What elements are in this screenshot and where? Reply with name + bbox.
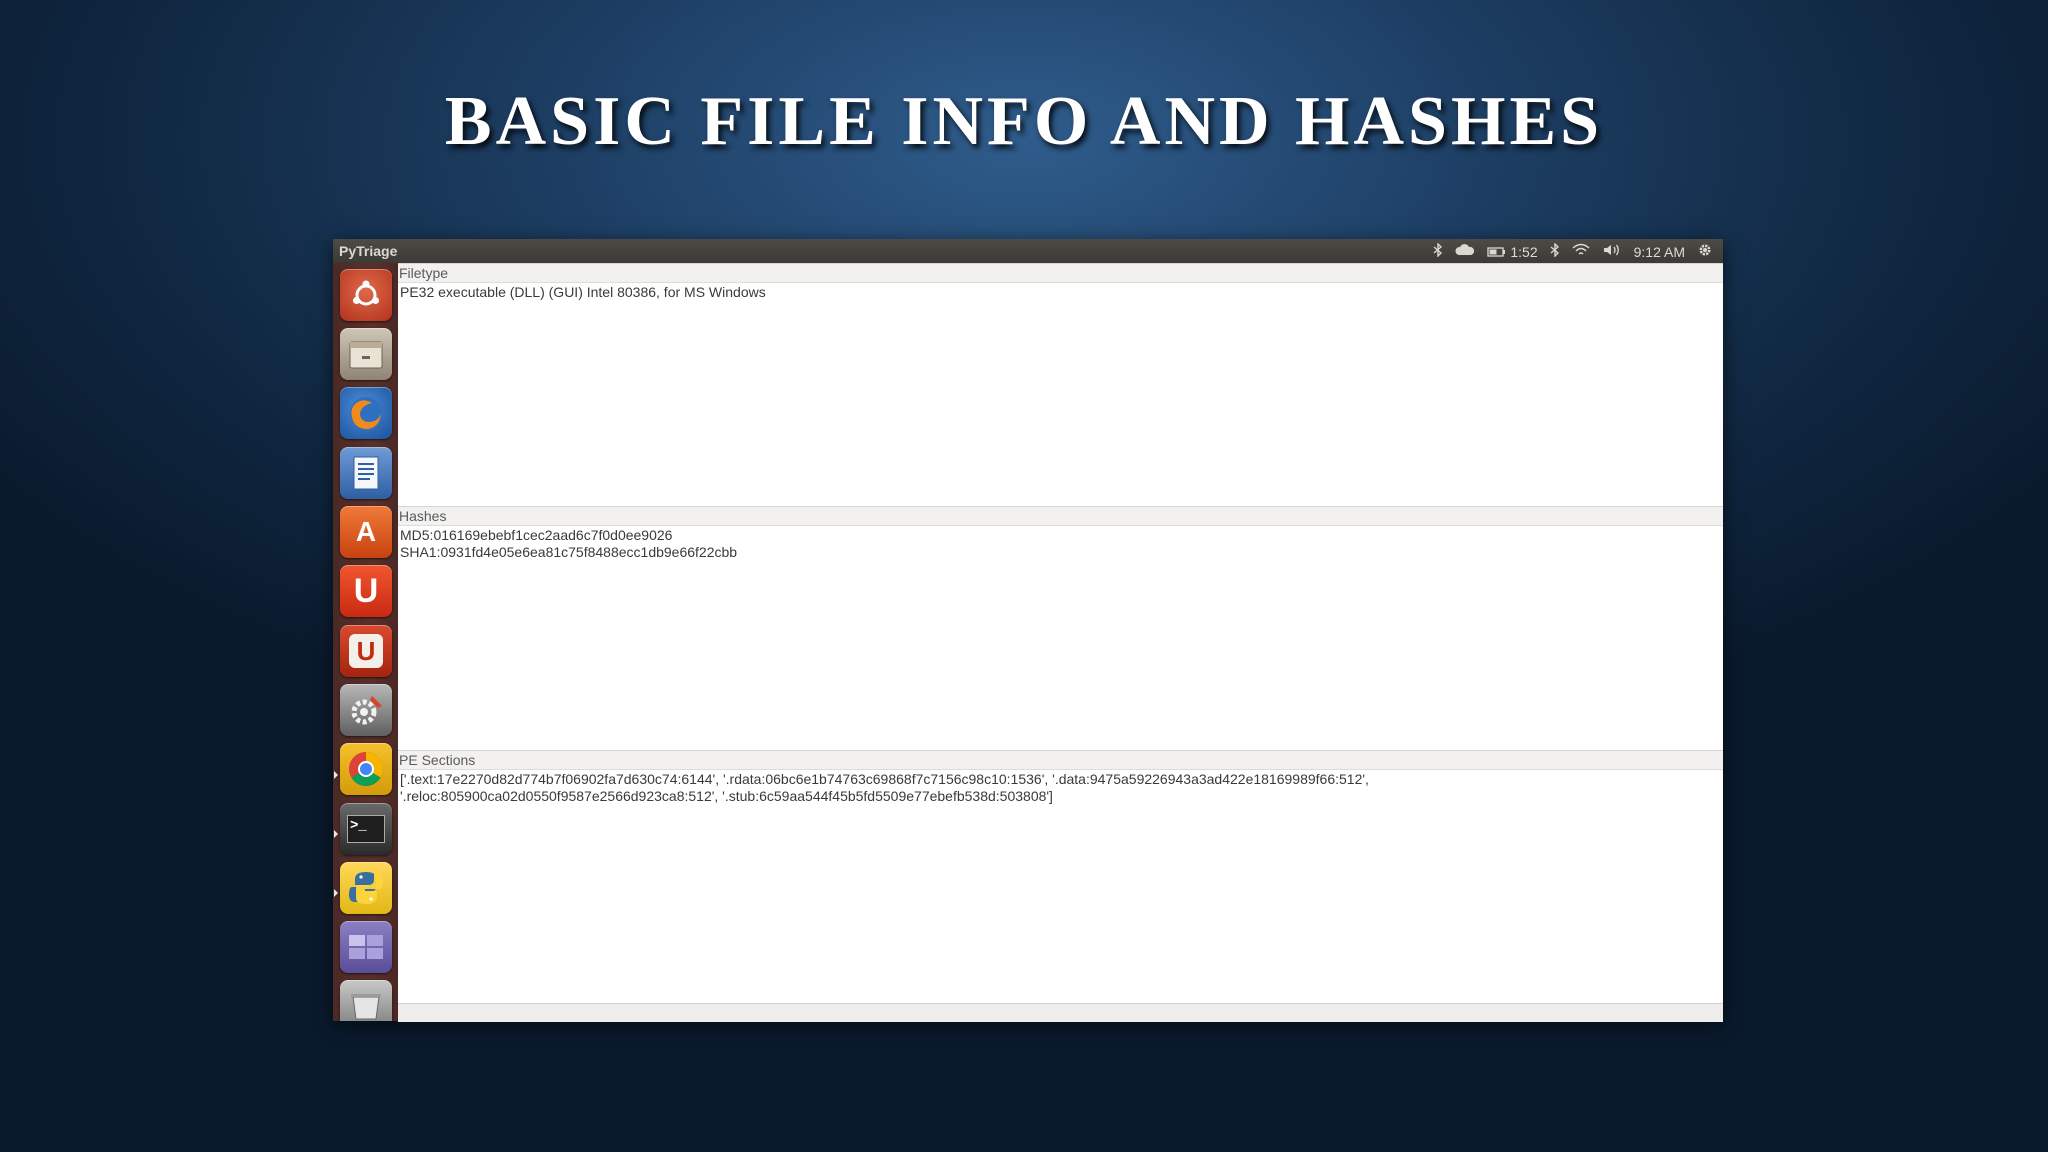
battery-time: 1:52: [1510, 243, 1538, 260]
slide-title: BASIC FILE INFO AND HASHES: [444, 83, 1604, 160]
filetype-header: Filetype: [398, 263, 1723, 283]
workspace-switcher-icon[interactable]: [340, 921, 392, 973]
app-name: PyTriage: [339, 243, 398, 259]
running-indicator: [334, 889, 338, 897]
indicator-area: 1:52 9:12 AM: [1433, 242, 1713, 261]
terminal-icon[interactable]: >_: [340, 803, 392, 855]
bluetooth-icon[interactable]: [1433, 242, 1443, 260]
files-icon[interactable]: [340, 328, 392, 380]
trash-icon[interactable]: [340, 980, 392, 1021]
python-icon[interactable]: [340, 862, 392, 914]
chrome-icon[interactable]: [340, 743, 392, 795]
hashes-text[interactable]: MD5:016169ebebf1cec2aad6c7f0d0ee9026 SHA1…: [398, 526, 1723, 561]
pe-sections-header: PE Sections: [398, 750, 1723, 770]
pe-sections-line-2: '.reloc:805900ca02d0550f9587e2566d923ca8…: [400, 788, 1053, 804]
pe-sections-text[interactable]: ['.text:17e2270d82d774b7f06902fa7d630c74…: [398, 770, 1723, 805]
sha1-line: SHA1:0931fd4e05e6ea81c75f8488ecc1db9e66f…: [400, 544, 738, 560]
pe-sections-section: PE Sections ['.text:17e2270d82d774b7f069…: [398, 750, 1723, 1003]
wifi-icon[interactable]: [1572, 243, 1590, 260]
hashes-header: Hashes: [398, 506, 1723, 526]
app-screenshot: PyTriage 1:52 9:12 AM A U U >_ Filetype …: [333, 239, 1723, 1022]
hashes-section: Hashes MD5:016169ebebf1cec2aad6c7f0d0ee9…: [398, 506, 1723, 750]
status-strip: [398, 1003, 1723, 1022]
cloud-icon[interactable]: [1455, 243, 1475, 260]
gear-icon[interactable]: [1697, 242, 1713, 261]
pe-sections-line-1: ['.text:17e2270d82d774b7f06902fa7d630c74…: [400, 771, 1369, 787]
running-indicator: [334, 830, 338, 838]
software-center-icon[interactable]: A: [340, 506, 392, 558]
system-settings-icon[interactable]: [340, 684, 392, 736]
filetype-text[interactable]: PE32 executable (DLL) (GUI) Intel 80386,…: [398, 283, 1723, 301]
clock[interactable]: 9:12 AM: [1634, 244, 1685, 260]
ubuntu-dash-icon[interactable]: [340, 269, 392, 321]
top-panel: PyTriage 1:52 9:12 AM: [333, 239, 1723, 263]
launcher: A U U >_: [333, 263, 398, 1021]
bluetooth-icon-2[interactable]: [1550, 242, 1560, 260]
volume-icon[interactable]: [1602, 243, 1622, 260]
running-indicator: [334, 771, 338, 779]
ubuntu-one-icon[interactable]: U: [340, 565, 392, 617]
firefox-icon[interactable]: [340, 387, 392, 439]
writer-icon[interactable]: [340, 447, 392, 499]
filetype-section: Filetype PE32 executable (DLL) (GUI) Int…: [398, 263, 1723, 507]
ubuntu-one-music-icon[interactable]: U: [340, 625, 392, 677]
pytriage-window: Filetype PE32 executable (DLL) (GUI) Int…: [398, 263, 1723, 1022]
md5-line: MD5:016169ebebf1cec2aad6c7f0d0ee9026: [400, 527, 673, 543]
battery-icon: [1487, 246, 1506, 257]
battery-indicator[interactable]: 1:52: [1487, 243, 1538, 260]
